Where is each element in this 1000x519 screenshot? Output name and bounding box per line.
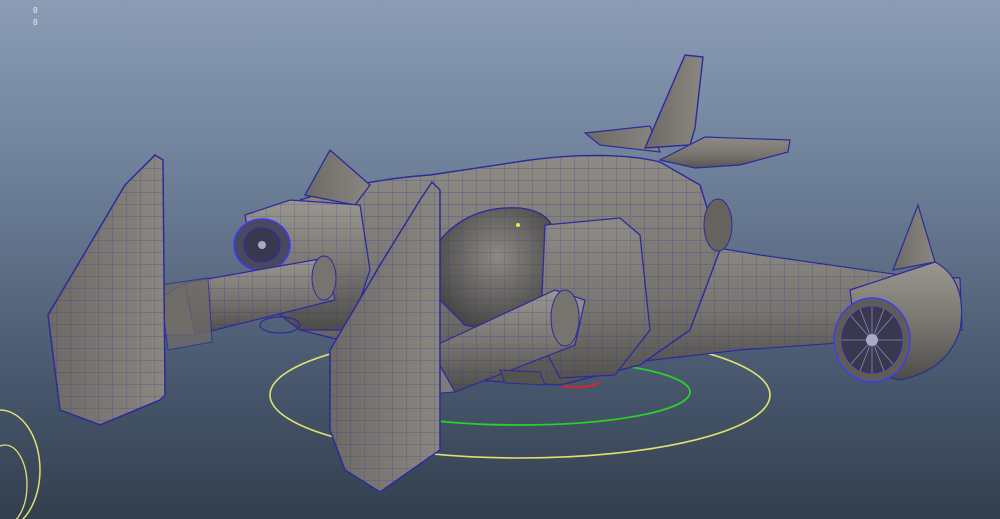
landing-gear[interactable]: [499, 369, 546, 386]
offscreen-manipulator[interactable]: [0, 409, 41, 519]
rear-engine-icon: [703, 198, 733, 252]
pivot-point-icon: [516, 223, 520, 227]
3d-viewport[interactable]: 0 0: [0, 0, 1000, 519]
left-cannon[interactable]: [137, 255, 337, 351]
left-outer-fin[interactable]: [47, 154, 166, 426]
tail-assembly[interactable]: [583, 54, 791, 169]
right-wing-fin[interactable]: [892, 203, 936, 271]
left-upper-fin[interactable]: [303, 148, 371, 206]
scene-canvas[interactable]: [0, 0, 1000, 519]
tail-fin[interactable]: [643, 54, 704, 149]
